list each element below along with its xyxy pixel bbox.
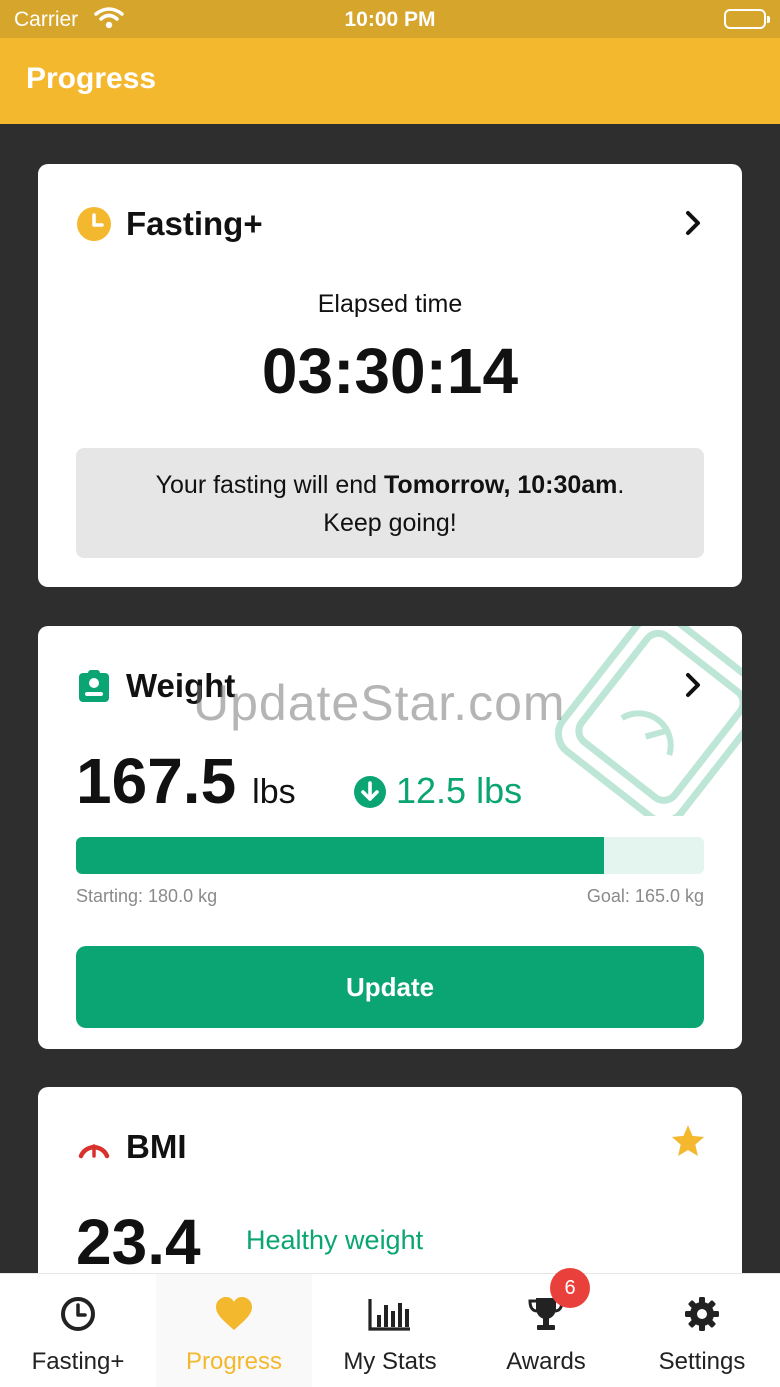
tab-my-stats[interactable]: My Stats <box>312 1274 468 1387</box>
update-weight-button[interactable]: Update <box>76 946 704 1028</box>
gauge-icon <box>76 1129 112 1165</box>
bmi-status: Healthy weight <box>246 1225 424 1255</box>
chevron-right-icon[interactable] <box>680 208 706 238</box>
chevron-right-icon[interactable] <box>680 670 706 700</box>
weight-card[interactable]: Weight UpdateStar.com 167.5 lbs 12.5 lbs… <box>38 626 742 1049</box>
star-icon[interactable] <box>670 1123 706 1164</box>
fasting-end-time: Tomorrow, 10:30am <box>384 471 618 499</box>
weight-progress-fill <box>76 837 604 874</box>
arrow-down-circle-icon <box>354 775 386 808</box>
awards-badge: 6 <box>550 1268 590 1308</box>
status-bar: Carrier 10:00 PM <box>0 0 780 38</box>
gear-icon <box>684 1294 720 1334</box>
current-weight-value: 167.5 <box>76 745 237 817</box>
current-weight-unit: lbs <box>252 773 296 811</box>
elapsed-time-value: 03:30:14 <box>261 335 519 407</box>
tab-awards[interactable]: 6 Awards <box>468 1268 624 1387</box>
goal-weight-label: Goal: 165.0 kg <box>586 886 704 906</box>
tab-label: Settings <box>658 1348 746 1375</box>
heart-icon <box>214 1294 254 1334</box>
fasting-card-title: Fasting+ <box>126 205 263 242</box>
watermark-text: UpdateStar.com <box>193 675 566 731</box>
weight-change: 12.5 lbs <box>354 770 522 812</box>
tab-settings[interactable]: Settings <box>624 1274 780 1387</box>
bmi-card-header: BMI <box>76 1127 187 1167</box>
fasting-note-encouragement: Keep going! <box>323 509 457 537</box>
tab-label: Awards <box>506 1348 586 1375</box>
scale-icon <box>76 668 112 704</box>
status-time: 10:00 PM <box>344 8 436 31</box>
tab-progress[interactable]: Progress <box>156 1274 312 1387</box>
bmi-card[interactable]: BMI 23.4 Healthy weight <box>38 1087 742 1287</box>
current-weight: 167.5 lbs <box>76 744 296 818</box>
nav-bar: Progress <box>0 38 780 124</box>
clock-icon <box>60 1294 96 1334</box>
tab-label: My Stats <box>343 1348 437 1375</box>
bmi-value: 23.4 <box>76 1206 201 1278</box>
fasting-note-prefix: Your fasting will end <box>155 471 385 499</box>
tab-fasting[interactable]: Fasting+ <box>0 1274 156 1387</box>
tab-bar: Fasting+ Progress My Stats 6 Awards Sett… <box>0 1268 780 1387</box>
tab-label: Fasting+ <box>31 1348 125 1375</box>
watermark-logo-shape <box>554 626 742 816</box>
starting-weight-label: Starting: 180.0 kg <box>76 886 218 906</box>
clock-icon <box>76 206 112 242</box>
battery-icon <box>724 9 770 29</box>
page-title: Progress <box>26 62 157 95</box>
bmi-card-title: BMI <box>126 1128 187 1165</box>
weight-change-value: 12.5 lbs <box>396 770 523 811</box>
fasting-note-suffix: . <box>617 471 625 499</box>
elapsed-time-label: Elapsed time <box>317 290 463 318</box>
fasting-card-header: Fasting+ <box>76 204 263 244</box>
weight-progress-bar <box>76 837 704 874</box>
fasting-card[interactable]: Fasting+ Elapsed time 03:30:14 Your fast… <box>38 164 742 587</box>
bar-chart-icon <box>368 1294 412 1334</box>
fasting-end-note: Your fasting will end Tomorrow, 10:30am.… <box>76 448 704 558</box>
tab-label: Progress <box>185 1348 283 1375</box>
